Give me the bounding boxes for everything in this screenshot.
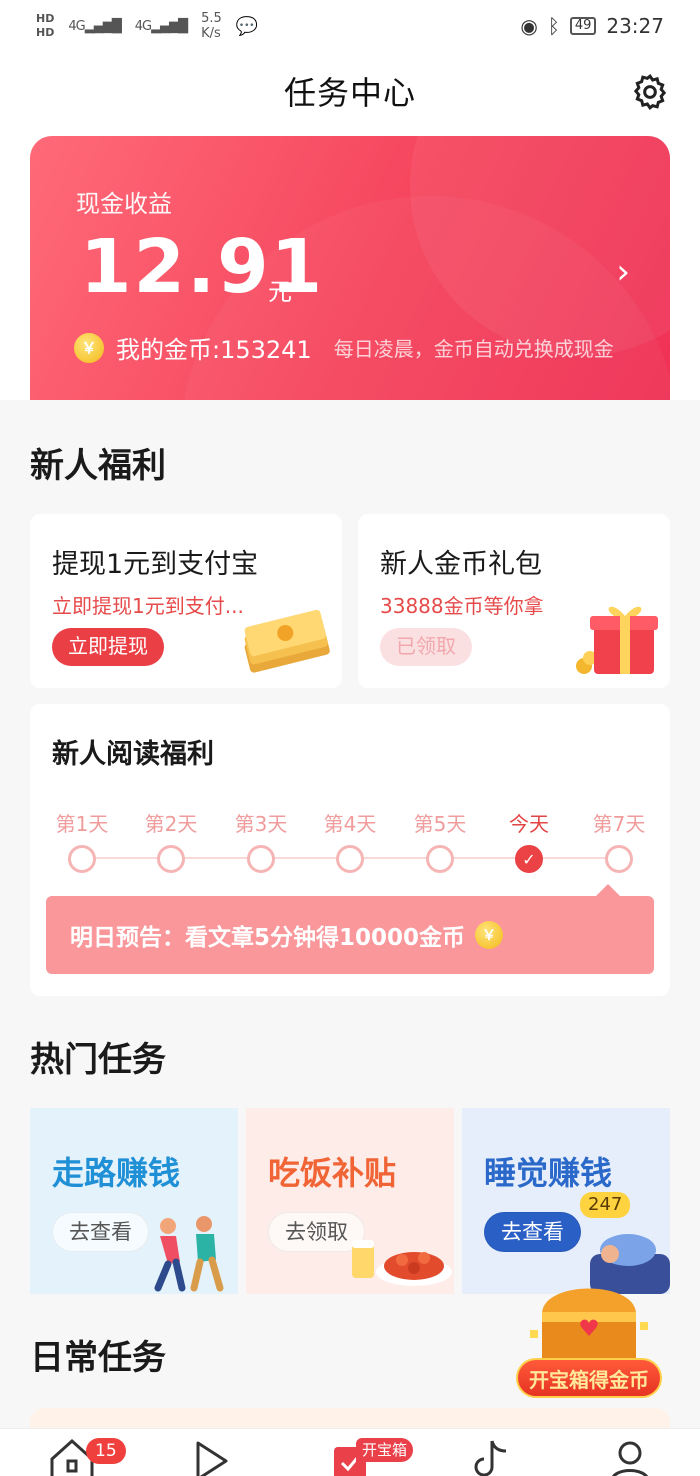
tomorrow-notice: 明日预告：看文章5分钟得10000金币 ￥ xyxy=(46,884,654,974)
meal-subsidy-card[interactable]: 吃饭补贴 去领取 xyxy=(246,1108,454,1294)
day-dot xyxy=(157,845,185,873)
settings-button[interactable] xyxy=(630,72,670,112)
cash-earnings-card[interactable]: 现金收益 12.91 元 › ￥ 我的金币:153241 每日凌晨，金币自动兑换… xyxy=(30,136,670,402)
claimed-button[interactable]: 已领取 xyxy=(380,628,472,666)
wechat-icon: 💬 xyxy=(235,15,259,37)
day-label: 第7天 xyxy=(592,812,646,836)
speed-unit: K/s xyxy=(201,26,221,41)
day-dot xyxy=(336,845,364,873)
day-dot xyxy=(247,845,275,873)
title-bar: 任务中心 xyxy=(0,56,700,126)
bluetooth-icon: ᛒ xyxy=(547,14,560,38)
my-coins: 我的金币:153241 xyxy=(116,336,312,364)
daily-tasks-section-title: 日常任务 xyxy=(30,1338,166,1378)
signal-icon-2: 4G▂▄▆█ xyxy=(134,18,188,34)
battery-icon: 49 xyxy=(569,17,597,35)
status-left: HD HD 4G▂▄▆█ 4G▂▄▆█ 5.5 K/s 💬 xyxy=(36,11,258,41)
day-label-today: 今天 xyxy=(509,812,549,836)
network-speed: 5.5 K/s xyxy=(201,11,222,41)
hd-indicator: HD HD xyxy=(36,12,54,40)
treasure-chest-icon xyxy=(530,1288,648,1364)
gift-box-icon xyxy=(576,606,658,674)
withdraw-card[interactable]: 提现1元到支付宝 立即提现1元到支付... 立即提现 xyxy=(30,514,342,688)
day-dot xyxy=(426,845,454,873)
gear-icon xyxy=(633,73,667,111)
runners-icon xyxy=(154,1216,224,1292)
count-badge: 247 xyxy=(580,1192,631,1218)
music-note-icon xyxy=(474,1440,507,1476)
view-button[interactable]: 去查看 xyxy=(52,1212,149,1252)
coin-row: ￥ 我的金币:153241 每日凌晨，金币自动兑换成现金 xyxy=(74,330,664,365)
tab-douyin[interactable] xyxy=(460,1437,520,1476)
view-button[interactable]: 去查看 xyxy=(484,1212,581,1252)
user-icon xyxy=(612,1441,648,1476)
chevron-right-icon[interactable]: › xyxy=(616,252,630,292)
treasure-chest-label[interactable]: 开宝箱得金币 xyxy=(516,1358,662,1398)
open-box-badge: 开宝箱 xyxy=(356,1438,414,1462)
hot-task-title: 睡觉赚钱 xyxy=(484,1154,613,1192)
page-title: 任务中心 xyxy=(283,74,416,112)
hd2-label: HD xyxy=(36,26,55,39)
play-icon xyxy=(196,1441,228,1476)
day-labels: 第1天 第2天 第3天 第4天 第5天 今天 第7天 xyxy=(30,808,670,838)
hot-task-title: 吃饭补贴 xyxy=(268,1154,397,1192)
coin-icon: ￥ xyxy=(475,921,504,949)
home-notification-badge: 15 xyxy=(86,1438,126,1464)
gift-pack-card[interactable]: 新人金币礼包 33888金币等你拿 已领取 xyxy=(358,514,670,688)
day-label: 第4天 xyxy=(323,812,377,836)
day-dot xyxy=(68,845,96,873)
walk-earn-card[interactable]: 走路赚钱 去查看 xyxy=(30,1108,238,1294)
crayfish-dish-icon xyxy=(352,1240,452,1286)
card-subtitle: 33888金币等你拿 xyxy=(380,594,544,618)
tab-video[interactable] xyxy=(180,1437,240,1476)
reading-welfare-card: 新人阅读福利 第1天 第2天 第3天 第4天 第5天 今天 第7天 ✓ 明日预告… xyxy=(30,704,670,996)
earnings-unit: 元 xyxy=(268,278,292,306)
newbie-section-title: 新人福利 xyxy=(30,446,166,486)
hot-tasks-section-title: 热门任务 xyxy=(30,1040,166,1080)
tab-profile[interactable] xyxy=(600,1437,660,1476)
card-title: 提现1元到支付宝 xyxy=(52,549,259,580)
speed-value: 5.5 xyxy=(201,11,222,26)
notice-text: 明日预告：看文章5分钟得10000金币 xyxy=(70,925,466,951)
day-label: 第5天 xyxy=(413,812,467,836)
coins-note: 每日凌晨，金币自动兑换成现金 xyxy=(333,337,614,361)
cash-stack-icon xyxy=(244,609,330,673)
eye-icon: ◉ xyxy=(520,14,538,38)
card-title: 新人金币礼包 xyxy=(380,549,542,580)
day-dot xyxy=(605,845,633,873)
status-right: ◉ ᛒ 49 23:27 xyxy=(520,14,664,38)
day-label: 第1天 xyxy=(55,812,109,836)
reading-title: 新人阅读福利 xyxy=(52,739,214,770)
signal-icon-1: 4G▂▄▆█ xyxy=(68,18,121,34)
card-subtitle: 立即提现1元到支付... xyxy=(52,594,244,618)
hot-task-title: 走路赚钱 xyxy=(52,1154,181,1192)
status-bar: HD HD 4G▂▄▆█ 4G▂▄▆█ 5.5 K/s 💬 ◉ ᛒ 49 23:… xyxy=(0,0,700,52)
sleep-earn-card[interactable]: 睡觉赚钱 247 去查看 xyxy=(462,1108,670,1294)
checkmark-icon: ✓ xyxy=(515,845,543,873)
hd1-label: HD xyxy=(36,12,55,25)
withdraw-now-button[interactable]: 立即提现 xyxy=(52,628,164,666)
day-label: 第2天 xyxy=(144,812,198,836)
coin-icon: ￥ xyxy=(74,332,104,363)
day-label: 第3天 xyxy=(234,812,288,836)
clock: 23:27 xyxy=(606,14,664,38)
earnings-label: 现金收益 xyxy=(76,190,172,218)
